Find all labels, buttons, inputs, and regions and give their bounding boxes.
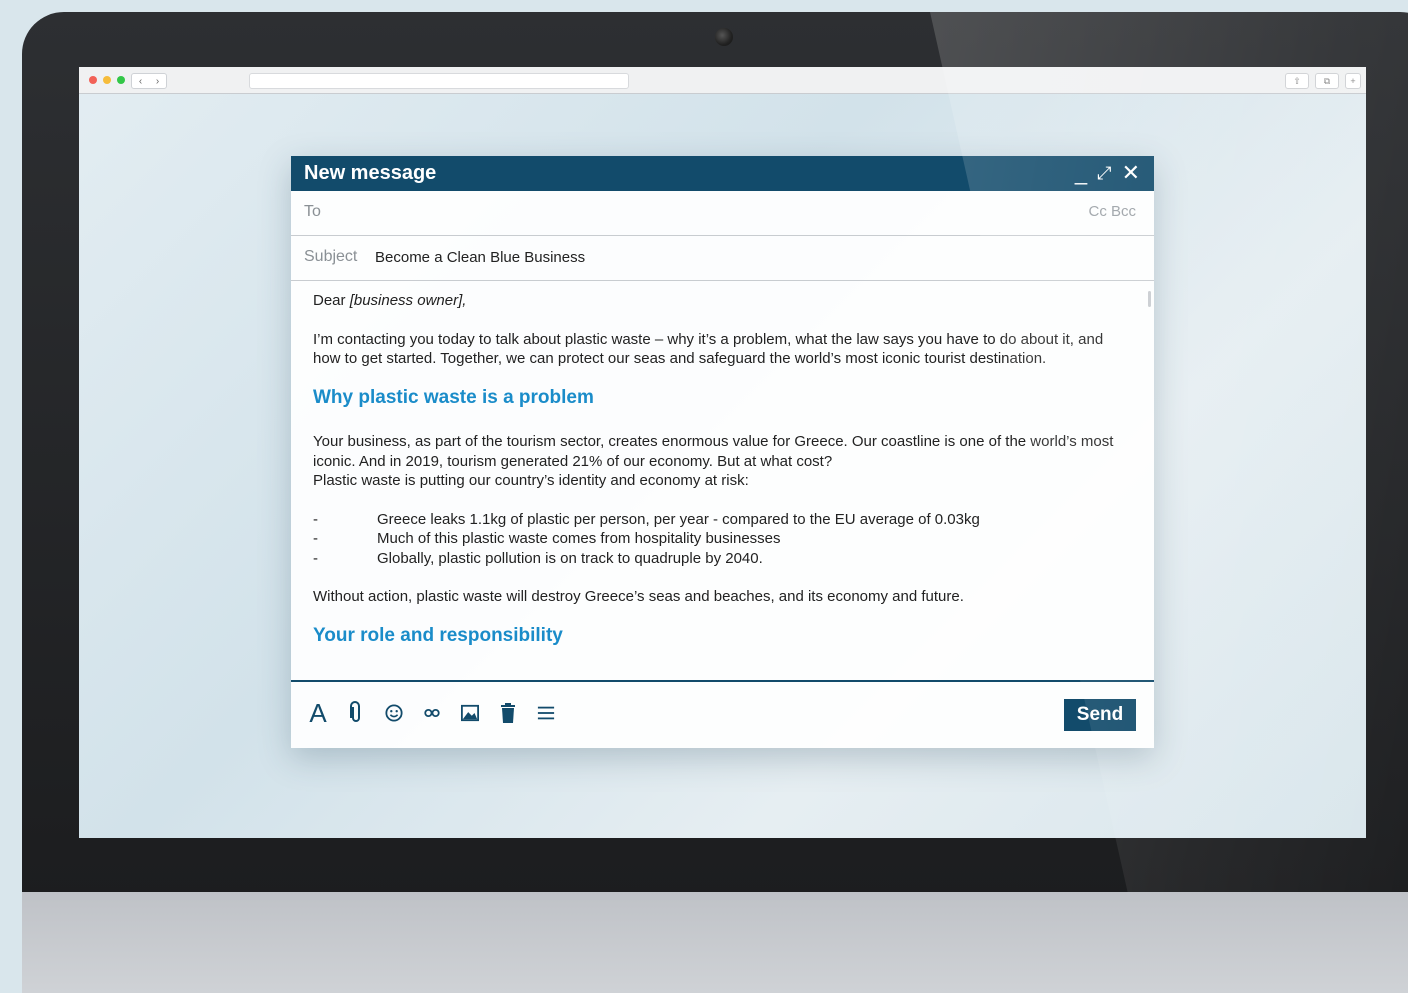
bullet-item: - Much of this plastic waste comes from h…	[313, 529, 1125, 549]
subject-value[interactable]: Become a Clean Blue Business	[375, 249, 585, 266]
heading-role: Your role and responsibility	[313, 624, 563, 646]
new-tab-icon[interactable]: +	[1345, 73, 1361, 89]
greeting: Dear [business owner],	[313, 291, 1125, 311]
footer-divider	[291, 680, 1154, 682]
bullet-text: Globally, plastic pollution is on track …	[377, 549, 763, 567]
share-icon[interactable]: ⇧	[1285, 73, 1309, 89]
forward-icon[interactable]: ›	[156, 76, 159, 87]
paragraph-value: Your business, as part of the tourism se…	[313, 432, 1125, 491]
greeting-prefix: Dear	[313, 292, 350, 309]
window-controls: _ ⤢ ✕	[1075, 160, 1140, 186]
emoji-icon[interactable]	[385, 701, 403, 725]
browser-toolbar: ‹ › ⇧ ⧉ +	[79, 67, 1366, 94]
bullet-dash: -	[313, 549, 318, 567]
bullet-list: - Greece leaks 1.1kg of plastic per perso…	[313, 510, 1125, 569]
bullet-item: - Globally, plastic pollution is on track…	[313, 549, 1125, 569]
trash-icon[interactable]	[499, 701, 517, 725]
greeting-placeholder: [business owner],	[349, 292, 467, 309]
cc-bcc-link[interactable]: Cc Bcc	[1088, 203, 1136, 220]
bullet-text: Greece leaks 1.1kg of plastic per person…	[377, 510, 980, 528]
expand-icon[interactable]: ⤢	[1097, 160, 1111, 186]
to-field[interactable]: To Cc Bcc	[291, 191, 1154, 236]
minimize-icon[interactable]: _	[1075, 160, 1087, 186]
paragraph-action: Without action, plastic waste will destr…	[313, 588, 964, 605]
message-body[interactable]: Dear [business owner], I’m contacting yo…	[313, 291, 1125, 679]
image-icon[interactable]	[461, 701, 479, 725]
webcam	[715, 28, 733, 46]
close-window-button[interactable]	[89, 76, 97, 84]
bullet-dash: -	[313, 530, 318, 547]
bullet-item: - Greece leaks 1.1kg of plastic per perso…	[313, 510, 1125, 530]
more-options-icon[interactable]	[537, 701, 555, 725]
back-icon[interactable]: ‹	[139, 76, 142, 87]
nav-buttons: ‹ ›	[131, 73, 167, 89]
minimize-window-button[interactable]	[103, 76, 111, 84]
send-button[interactable]: Send	[1064, 699, 1136, 731]
close-icon[interactable]: ✕	[1122, 160, 1140, 186]
format-toolbar: A	[309, 698, 555, 728]
compose-title: New message	[304, 162, 437, 184]
compose-header: New message _ ⤢ ✕	[291, 156, 1154, 191]
maximize-window-button[interactable]	[117, 76, 125, 84]
intro-paragraph: I’m contacting you today to talk about p…	[313, 330, 1104, 368]
paragraph-value-line2: Plastic waste is putting our country’s i…	[313, 472, 749, 489]
tabs-icon[interactable]: ⧉	[1315, 73, 1339, 89]
laptop-chin	[22, 892, 1408, 993]
screen: ‹ › ⇧ ⧉ + New message _ ⤢ ✕ To Cc Bcc Su…	[79, 67, 1366, 838]
compose-window: New message _ ⤢ ✕ To Cc Bcc Subject Beco…	[291, 156, 1154, 748]
link-icon[interactable]	[423, 701, 441, 725]
paragraph-value-line1: Your business, as part of the tourism se…	[313, 433, 1114, 470]
address-bar[interactable]	[249, 73, 629, 89]
to-label: To	[304, 203, 321, 220]
scrollbar[interactable]	[1148, 291, 1151, 307]
bullet-dash: -	[313, 510, 318, 528]
heading-problem: Why plastic waste is a problem	[313, 386, 594, 408]
bullet-text: Much of this plastic waste comes from ho…	[377, 530, 781, 547]
subject-label: Subject	[304, 248, 358, 265]
subject-field[interactable]: Subject Become a Clean Blue Business	[291, 236, 1154, 281]
attachment-icon[interactable]	[347, 701, 365, 725]
format-text-icon[interactable]: A	[309, 698, 327, 728]
